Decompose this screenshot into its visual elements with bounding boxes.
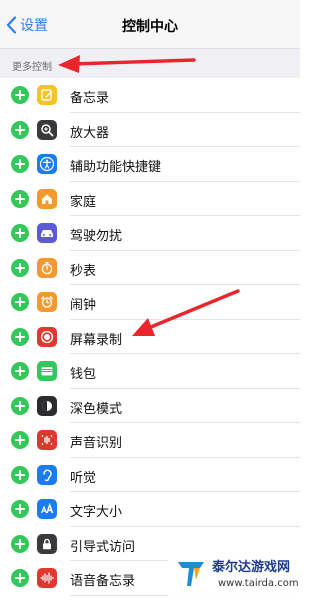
list-item-label: 辅助功能快捷键 — [70, 160, 162, 175]
stopwatch-icon — [37, 257, 57, 278]
voice-memo-icon — [37, 568, 57, 588]
navigation-bar: 设置 控制中心 — [0, 0, 300, 48]
list-item-label: 深色模式 — [70, 401, 123, 417]
list-item: 声音识别 — [0, 423, 300, 458]
magnifier-icon — [37, 119, 57, 140]
list-item: 深色模式 — [0, 389, 300, 424]
guided-access-icon — [37, 533, 57, 554]
add-button[interactable] — [11, 189, 29, 208]
add-button[interactable] — [11, 534, 29, 553]
page-title: 控制中心 — [122, 19, 178, 35]
list-item-label: 文字大小 — [70, 505, 123, 520]
add-button[interactable] — [11, 258, 29, 277]
car-icon — [37, 223, 57, 243]
add-button[interactable] — [11, 465, 29, 484]
accessibility-icon — [37, 154, 57, 174]
add-button[interactable] — [11, 569, 29, 587]
list-item-label: 驾驶勿扰 — [70, 229, 123, 244]
add-button[interactable] — [11, 431, 29, 449]
alarm-icon — [37, 292, 57, 312]
add-button[interactable] — [11, 396, 29, 415]
list-item-label: 语音备忘录 — [70, 574, 136, 589]
list-item-label: 秒表 — [70, 263, 97, 279]
watermark-title: 泰尔达游戏网 — [212, 560, 291, 575]
sound-recognition-icon — [37, 430, 57, 450]
list-item-label: 声音识别 — [70, 436, 123, 451]
watermark: 泰尔达游戏网 www.tairda.com — [168, 548, 300, 600]
list-item-label: 钱包 — [70, 367, 97, 382]
list-item-label: 备忘录 — [70, 91, 110, 106]
section-header: 更多控制 — [0, 48, 300, 78]
list-item: 驾驶勿扰 — [0, 216, 300, 251]
list-item: 闹钟 — [0, 285, 300, 320]
list-item: 听觉 — [0, 458, 300, 493]
watermark-logo-icon — [174, 556, 208, 594]
home-icon — [37, 188, 57, 209]
section-header-label: 更多控制 — [12, 62, 52, 73]
list-item-label: 放大器 — [70, 125, 110, 141]
list-item-label: 引导式访问 — [70, 539, 136, 555]
notes-icon — [37, 85, 57, 105]
add-button[interactable] — [11, 500, 29, 518]
list-item: 备忘录 — [0, 78, 300, 113]
add-button[interactable] — [11, 86, 29, 104]
watermark-url: www.tairda.com — [218, 578, 299, 589]
text-size-icon — [37, 499, 57, 519]
hearing-icon — [37, 464, 57, 485]
wallet-icon — [37, 361, 57, 381]
list-item: 辅助功能快捷键 — [0, 147, 300, 182]
dark-mode-icon — [37, 395, 57, 416]
add-button[interactable] — [11, 224, 29, 242]
more-controls-list: 备忘录 放大器 辅助功能快捷键 家庭 驾驶勿扰 秒表 闹钟 屏幕录制 钱包 深色… — [0, 78, 300, 596]
add-button[interactable] — [11, 155, 29, 173]
add-button[interactable] — [11, 293, 29, 311]
list-item-label: 听觉 — [70, 470, 97, 486]
list-item: 文字大小 — [0, 492, 300, 527]
list-item-label: 家庭 — [70, 194, 97, 210]
list-item: 家庭 — [0, 182, 300, 217]
list-item: 屏幕录制 — [0, 320, 300, 355]
screen-record-icon — [37, 326, 57, 347]
list-item: 钱包 — [0, 354, 300, 389]
list-item: 放大器 — [0, 113, 300, 148]
list-item-label: 闹钟 — [70, 298, 97, 313]
add-button[interactable] — [11, 120, 29, 139]
list-item: 秒表 — [0, 251, 300, 286]
add-button[interactable] — [11, 362, 29, 380]
add-button[interactable] — [11, 327, 29, 346]
list-item-label: 屏幕录制 — [70, 332, 123, 348]
